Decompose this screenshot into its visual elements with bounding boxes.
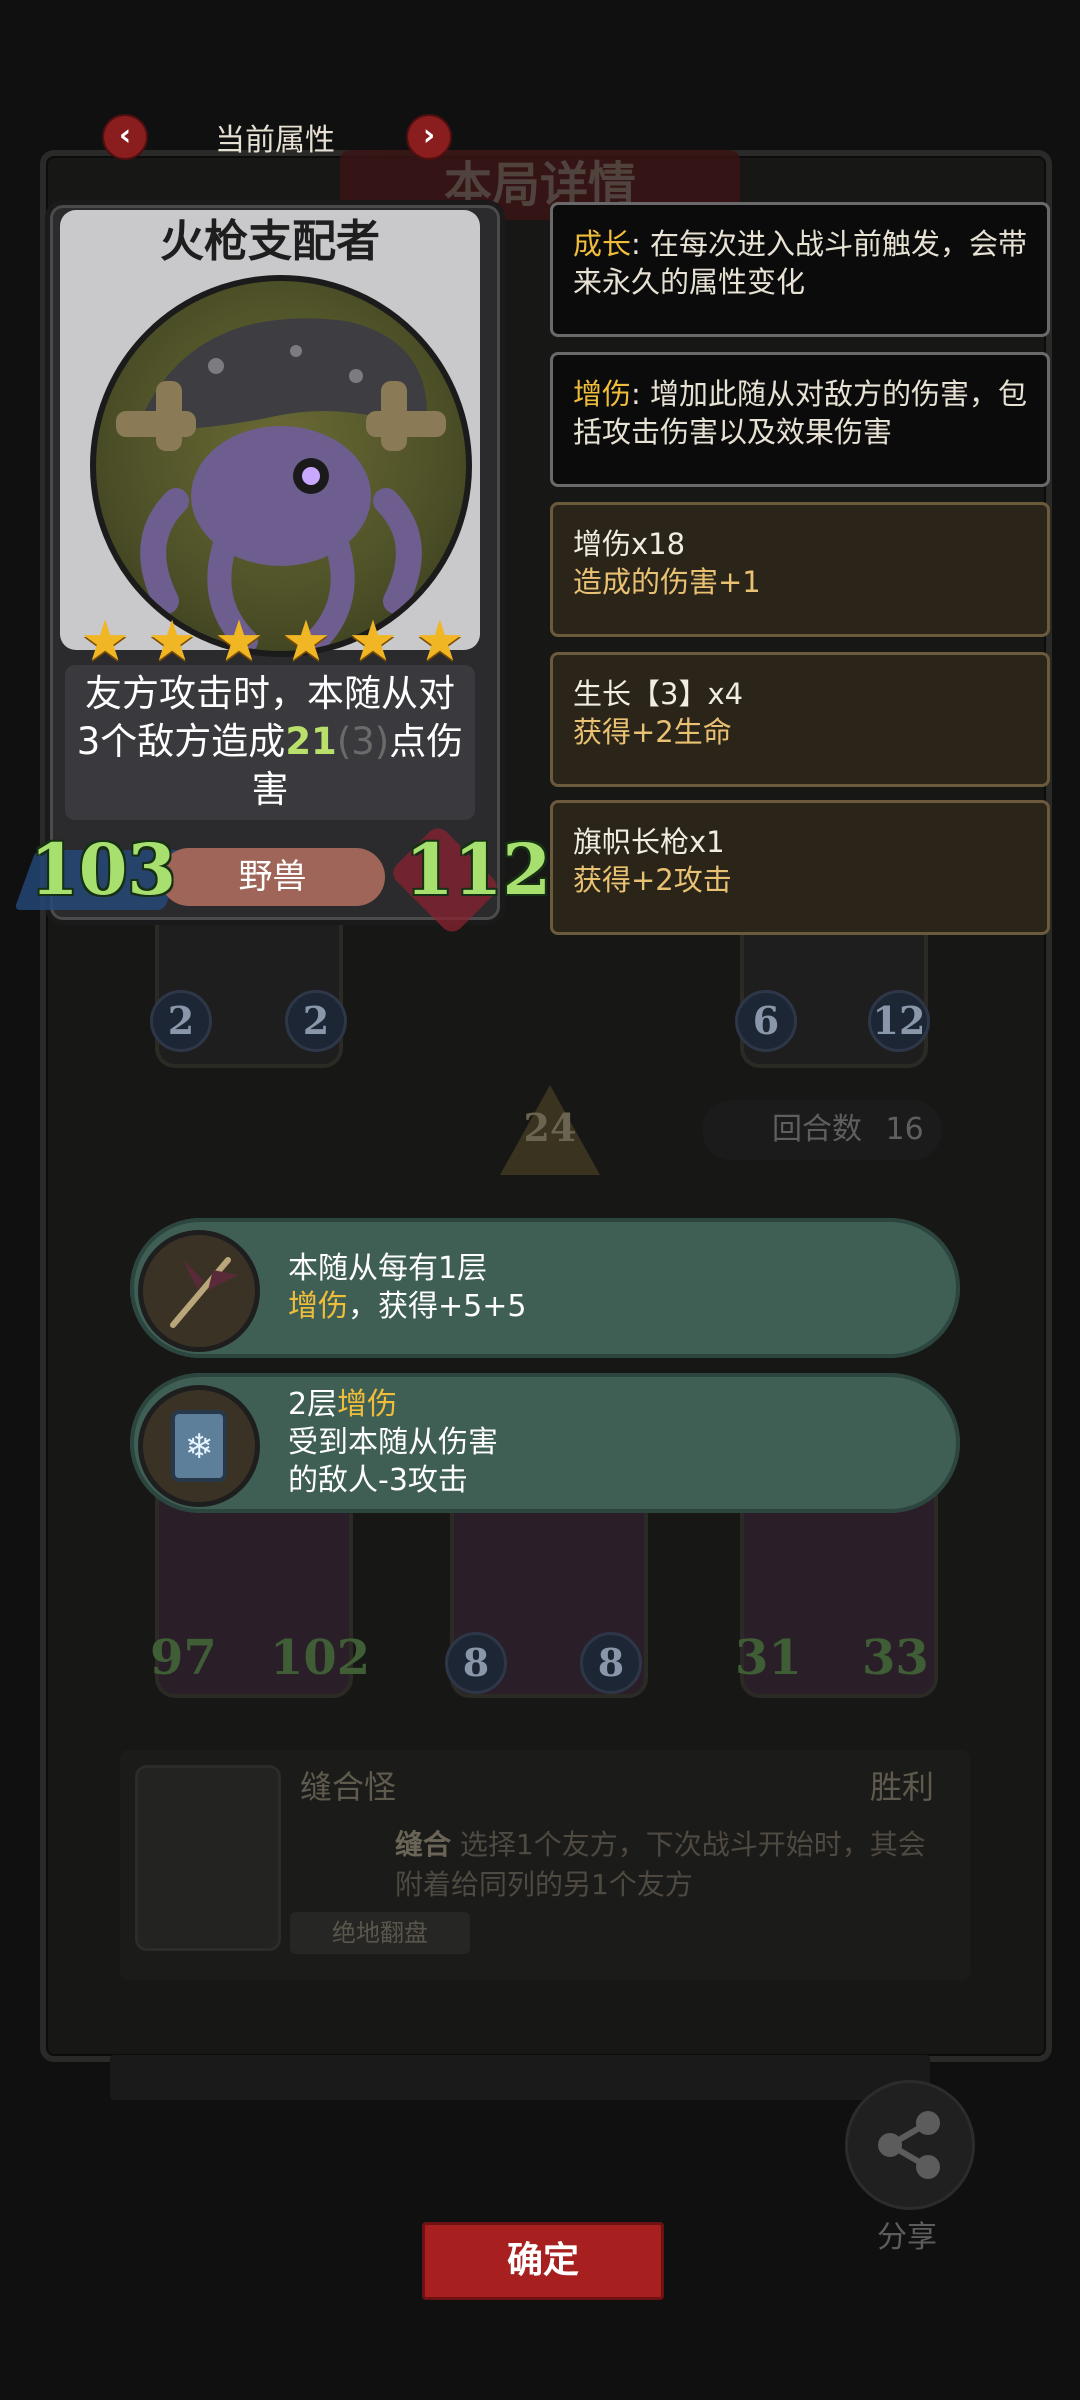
card-name: 火枪支配者: [160, 216, 380, 267]
frost-book-icon: ❄: [138, 1385, 260, 1507]
star-icon: ★: [146, 609, 198, 674]
pennant-spear-icon: [170, 1257, 238, 1328]
ability-desc: 选择1个友方，下次战斗开始时，其会附着给同列的另1个友方: [395, 1828, 926, 1901]
background-unit-attack: 6: [735, 990, 797, 1052]
card-desc-line: 友方攻击时，本随从对: [85, 672, 455, 715]
effect-name: 旗帜长枪x1: [573, 825, 725, 859]
share-icon[interactable]: [845, 2080, 975, 2210]
opponent-name: 缝合怪: [300, 1768, 397, 1806]
round-label: 回合数: [772, 1112, 862, 1147]
opponent-tag: 绝地翻盘: [290, 1912, 470, 1954]
opponent-portrait: [135, 1765, 281, 1951]
background-unit-attack: 97: [150, 1630, 217, 1686]
star-icon: ★: [280, 609, 332, 674]
tooltip-line: 增伤，获得+5+5: [288, 1288, 526, 1326]
effect-name: 生长【3】x4: [573, 677, 744, 711]
background-unit-attack: 8: [445, 1632, 507, 1694]
keyword: 增伤: [573, 377, 632, 411]
keyword: 增伤: [288, 1289, 348, 1324]
keyword-panel-growth: 成长: 在每次进入战斗前触发，会带来永久的属性变化: [550, 202, 1050, 337]
card-desc-line: 害: [251, 768, 289, 811]
tooltip-text: ，获得+5+5: [348, 1289, 527, 1324]
tooltip-line: 本随从每有1层: [288, 1251, 488, 1286]
attack-value: 103: [30, 828, 177, 911]
card-portrait: [90, 275, 472, 657]
share-icon: [878, 2111, 940, 2179]
damage-value: 21: [285, 720, 337, 763]
keyword-desc: : 增加此随从对敌方的伤害，包括攻击伤害以及效果伤害: [573, 377, 1028, 449]
round-counter: 回合数 16: [702, 1100, 942, 1160]
card-desc-text: 3个敌方造成: [76, 720, 286, 763]
keyword: 成长: [573, 227, 632, 261]
effect-panel: 增伤x18 造成的伤害+1: [550, 502, 1050, 637]
buff-tooltip-text: 2层增伤 受到本随从伤害 的敌人-3攻击: [288, 1386, 498, 1500]
pennant-spear-icon: [138, 1230, 260, 1352]
star-icon: ★: [213, 609, 265, 674]
keyword: 增伤: [337, 1387, 398, 1422]
damage-base-value: (3): [336, 720, 390, 763]
background-unit-health: 102: [270, 1630, 371, 1686]
share-label: 分享: [877, 2220, 937, 2255]
history-strip: [110, 2055, 930, 2100]
battle-result: 胜利: [870, 1768, 935, 1806]
svg-text:❄: ❄: [185, 1427, 214, 1467]
card-description: 友方攻击时，本随从对 3个敌方造成21(3)点伤 害: [70, 670, 470, 814]
star-icon: ★: [347, 609, 399, 674]
background-unit-health: 33: [862, 1630, 929, 1686]
tooltip-text: 2层: [288, 1387, 338, 1422]
background-unit-attack: 31: [735, 1630, 802, 1686]
chevron-right-icon[interactable]: ›: [406, 114, 452, 160]
frost-book-icon: ❄: [171, 1410, 227, 1482]
health-value: 112: [405, 828, 552, 911]
star-icon: ★: [414, 609, 465, 674]
opponent-ability: 缝合 选择1个友方，下次战斗开始时，其会附着给同列的另1个友方: [395, 1825, 935, 1905]
star-rating: ★ ★ ★ ★ ★ ★: [80, 612, 465, 672]
star-icon: ★: [80, 609, 131, 674]
keyword-desc: : 在每次进入战斗前触发，会带来永久的属性变化: [573, 227, 1028, 299]
round-value: 16: [885, 1112, 924, 1147]
buff-tooltip-text: 本随从每有1层 增伤，获得+5+5: [288, 1250, 526, 1326]
effect-desc: 造成的伤害+1: [573, 565, 761, 599]
background-unit-health: 2: [285, 990, 347, 1052]
card-desc-text: 点伤: [389, 720, 464, 763]
background-unit-attack: 2: [150, 990, 212, 1052]
ability-name: 缝合: [395, 1828, 452, 1861]
tooltip-line: 2层增伤: [288, 1386, 498, 1424]
card-desc-line: 3个敌方造成21(3)点伤: [70, 718, 470, 766]
keyword-panel-damage-boost: 增伤: 增加此随从对敌方的伤害，包括攻击伤害以及效果伤害: [550, 352, 1050, 487]
tooltip-line: 受到本随从伤害: [288, 1425, 498, 1460]
effect-panel: 旗帜长枪x1 获得+2攻击: [550, 800, 1050, 935]
effect-name: 增伤x18: [573, 527, 686, 561]
background-unit-health: 12: [868, 990, 930, 1052]
tier-value: 24: [523, 1105, 577, 1150]
tooltip-line: 的敌人-3攻击: [288, 1463, 468, 1498]
background-unit-health: 8: [580, 1632, 642, 1694]
confirm-button[interactable]: 确定: [422, 2222, 664, 2300]
page-title: 当前属性: [215, 123, 335, 158]
tribe-badge: 野兽: [160, 848, 385, 906]
chevron-left-icon[interactable]: ‹: [102, 114, 148, 160]
effect-desc: 获得+2生命: [573, 715, 732, 749]
effect-panel: 生长【3】x4 获得+2生命: [550, 652, 1050, 787]
effect-desc: 获得+2攻击: [573, 863, 732, 897]
octopus-pirate-art: [116, 318, 446, 651]
